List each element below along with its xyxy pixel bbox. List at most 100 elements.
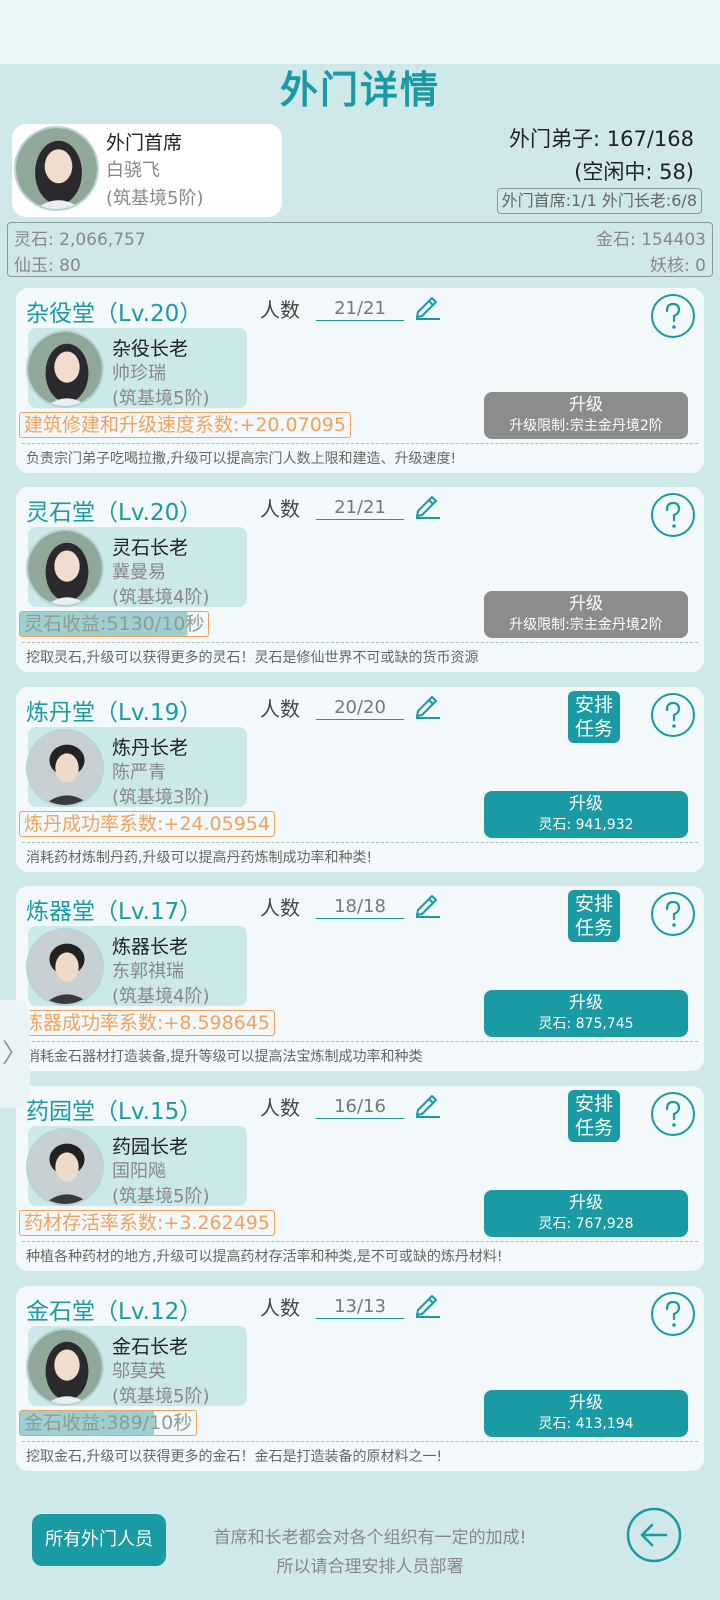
member-count-label: 人数 [260, 497, 300, 521]
rank-counts: 外门首席:1/1 外门长老:6/8 [496, 188, 702, 214]
upgrade-requirement: 灵石: 941,932 [538, 817, 634, 833]
upgrade-button[interactable]: 升级 灵石: 941,932 [484, 791, 688, 838]
elder-realm: (筑基境5阶) [112, 388, 210, 409]
elder-avatar [26, 729, 104, 807]
member-count-label: 人数 [260, 1296, 300, 1320]
footer-tip-line2: 所以请合理安排人员部署 [276, 1557, 464, 1577]
edit-pencil-icon[interactable] [412, 1088, 442, 1118]
elder-name: 邬莫英 [112, 1361, 166, 1382]
upgrade-requirement: 灵石: 767,928 [538, 1216, 634, 1232]
edit-pencil-icon[interactable] [412, 689, 442, 719]
page-title: 外门详情 [279, 68, 440, 112]
hall-card: 炼丹堂（Lv.19） 人数 20/20 炼丹长老 陈严青 (筑基境3阶) 安排任务 升级 灵石:… [16, 687, 704, 872]
help-question-icon[interactable] [650, 293, 696, 339]
upgrade-label: 升级 [569, 1193, 603, 1213]
divider [22, 443, 698, 444]
hall-name: 炼丹堂（Lv.19） [26, 700, 203, 726]
elder-name: 陈严青 [112, 762, 166, 783]
help-question-icon[interactable] [650, 492, 696, 538]
elder-slot[interactable]: 杂役长老帅珍瑞 (筑基境5阶) [26, 328, 247, 409]
hall-card: 杂役堂（Lv.20） 人数 21/21 杂役长老帅珍瑞 (筑基境5阶) 升级 升级限制:宗主… [16, 288, 704, 473]
assign-task-button[interactable]: 安排任务 [568, 1090, 620, 1142]
hall-name: 灵石堂（Lv.20） [26, 500, 203, 526]
leader-card[interactable]: 外门首席 白骁飞 (筑基境5阶) [12, 124, 282, 217]
member-count-label: 人数 [260, 697, 300, 721]
hall-description: 种植各种药材的地方,升级可以提高药材存活率和种类,是不可或缺的炼丹材料! [26, 1249, 503, 1265]
elder-slot[interactable]: 金石长老邬莫英 (筑基境5阶) [26, 1326, 247, 1407]
divider [22, 642, 698, 643]
upgrade-button[interactable]: 升级 升级限制:宗主金丹境2阶 [484, 591, 688, 638]
idle-count: (空闲中: 58) [574, 160, 694, 184]
upgrade-button[interactable]: 升级 灵石: 875,745 [484, 990, 688, 1037]
member-count-label: 人数 [260, 896, 300, 920]
help-question-icon[interactable] [650, 1291, 696, 1337]
elder-realm: (筑基境5阶) [112, 1186, 210, 1207]
elder-title: 杂役长老 [112, 338, 189, 360]
elder-slot[interactable]: 药园长老国阳飚 (筑基境5阶) [26, 1126, 247, 1207]
edit-pencil-icon[interactable] [412, 290, 442, 320]
hall-bonus: 炼器成功率系数:+8.598645 [19, 1010, 275, 1036]
help-question-icon[interactable] [650, 1091, 696, 1137]
hall-bonus: 金石收益:389/10秒 [19, 1410, 198, 1436]
elder-title: 金石长老 [112, 1336, 189, 1358]
divider [22, 1441, 698, 1442]
hall-name: 杂役堂（Lv.20） [26, 301, 203, 327]
assign-task-button[interactable]: 安排任务 [568, 691, 620, 743]
member-count: 18/18 [316, 896, 404, 919]
leader-avatar [14, 126, 99, 211]
elder-slot[interactable]: 灵石长老 冀曼易 (筑基境4阶) [26, 527, 247, 608]
resource-panel: 灵石: 2,066,757 金石: 154403 仙玉: 80 妖核: 0 [7, 222, 713, 277]
hall-name: 金石堂（Lv.12） [26, 1299, 203, 1325]
spirit-stone-amount: 灵石: 2,066,757 [14, 230, 146, 250]
upgrade-requirement: 灵石: 413,194 [538, 1416, 634, 1432]
hall-description: 负责宗门弟子吃喝拉撒,升级可以提高宗门人数上限和建造、升级速度! [26, 451, 457, 467]
edit-pencil-icon[interactable] [412, 489, 442, 519]
hall-bonus: 药材存活率系数:+3.262495 [19, 1210, 275, 1236]
help-question-icon[interactable] [650, 891, 696, 937]
hall-description: 消耗药材炼制丹药,升级可以提高丹药炼制成功率和种类! [26, 850, 373, 866]
back-arrow-icon[interactable] [626, 1507, 682, 1563]
elder-slot[interactable]: 炼器长老 东郭祺瑞 (筑基境4阶) [26, 926, 247, 1007]
elder-name: 帅珍瑞 [112, 363, 166, 384]
hall-card: 药园堂（Lv.15） 人数 16/16 药园长老 国阳飚 (筑基境5阶) 安排任务 升级 灵石:… [16, 1086, 704, 1271]
leader-title: 外门首席 [106, 132, 183, 154]
elder-avatar [26, 330, 104, 408]
upgrade-label: 升级 [569, 594, 603, 614]
gold-stone-amount: 金石: 154403 [595, 230, 706, 250]
hall-description: 挖取灵石,升级可以获得更多的灵石！灵石是修仙世界不可或缺的货币资源 [26, 650, 479, 666]
jade-amount: 仙玉: 80 [14, 256, 81, 276]
edit-pencil-icon[interactable] [412, 888, 442, 918]
hall-card: 灵石堂（Lv.20） 人数 21/21 灵石长老 冀曼易 (筑基境4阶) 升级 升级限制:宗主… [16, 487, 704, 672]
leader-name: 白骁飞 [106, 160, 160, 181]
upgrade-button[interactable]: 升级灵石: 767,928 [484, 1190, 688, 1237]
upgrade-requirement: 灵石: 875,745 [538, 1016, 634, 1032]
upgrade-requirement: 升级限制:宗主金丹境2阶 [509, 418, 663, 434]
member-count-label: 人数 [260, 1096, 300, 1120]
elder-avatar [26, 529, 104, 607]
elder-realm: (筑基境3阶) [112, 787, 210, 808]
upgrade-button[interactable]: 升级 升级限制:宗主金丹境2阶 [484, 392, 688, 439]
member-count: 16/16 [316, 1096, 404, 1119]
elder-realm: (筑基境5阶) [112, 1386, 210, 1407]
elder-name: 东郭祺瑞 [112, 961, 184, 982]
elder-name: 冀曼易 [112, 562, 166, 583]
elder-name: 国阳飚 [112, 1161, 166, 1182]
member-count: 20/20 [316, 697, 404, 720]
hall-name: 炼器堂（Lv.17） [26, 899, 203, 925]
elder-avatar [26, 1328, 104, 1406]
divider [22, 1241, 698, 1242]
assign-task-button[interactable]: 安排任务 [568, 890, 620, 942]
side-drawer-tab[interactable]: 〉 [0, 1000, 30, 1108]
elder-realm: (筑基境4阶) [112, 587, 210, 608]
hall-card: 炼器堂（Lv.17） 人数 18/18 炼器长老 东郭祺瑞 (筑基境4阶) 安排任务 升级 灵石… [16, 886, 704, 1071]
upgrade-button[interactable]: 升级 灵石: 413,194 [484, 1390, 688, 1437]
help-question-icon[interactable] [650, 692, 696, 738]
all-members-button[interactable]: 所有外门人员 [32, 1514, 166, 1566]
elder-title: 炼器长老 [112, 936, 189, 958]
member-count-label: 人数 [260, 298, 300, 322]
edit-pencil-icon[interactable] [412, 1288, 442, 1318]
elder-slot[interactable]: 炼丹长老 陈严青 (筑基境3阶) [26, 727, 247, 808]
elder-title: 药园长老 [112, 1136, 189, 1158]
member-count: 21/21 [316, 298, 404, 321]
disciple-count: 外门弟子: 167/168 [509, 127, 694, 151]
